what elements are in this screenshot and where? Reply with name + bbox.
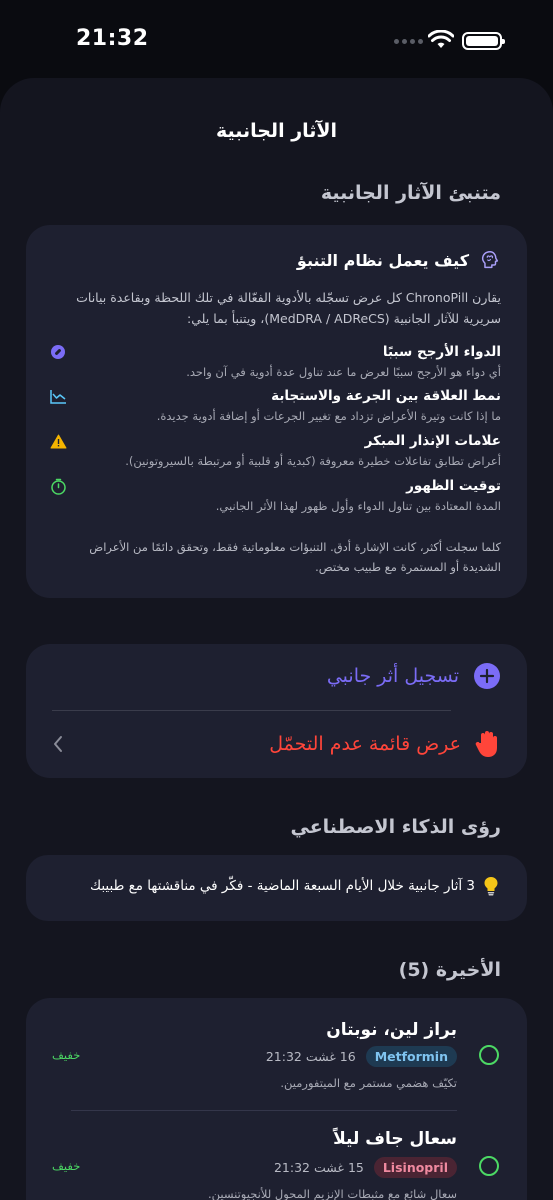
predictor-item: الدواء الأرجح سببًا أي دواء هو الأرجح سب… [49, 343, 501, 379]
recent-item-desc: تكيّف هضمي مستمر مع الميتفورمين. [280, 1076, 457, 1090]
predictor-item: نمط العلاقة بين الجرعة والاستجابة ما إذا… [49, 387, 501, 423]
predictor-item-desc: المدة المعتادة بين تناول الدواء وأول ظهو… [215, 499, 501, 513]
intolerance-list-label: عرض قائمة عدم التحمّل [269, 733, 461, 755]
trend-chart-icon [49, 387, 67, 405]
predictor-item-title: علامات الإنذار المبكر [364, 433, 501, 449]
recent-item-desc: سعال شائع مع مثبطات الإنزيم المحول للأنج… [207, 1187, 457, 1200]
recent-item-meta: Lisinopril 15 غشت 21:32 [274, 1157, 457, 1178]
predictor-item-desc: أعراض تطابق تفاعلات خطيرة معروفة (كبدية … [125, 454, 501, 468]
recent-item-title: سعال جاف ليلاً [333, 1129, 457, 1149]
predictor-heading: كيف يعمل نظام التنبؤ [297, 249, 501, 271]
battery-icon [462, 32, 505, 50]
ai-insight-card[interactable]: 3 آثار جانبية خلال الأيام السبعة الماضية… [26, 855, 527, 921]
ai-section-title: رؤى الذكاء الاصطناعي [290, 816, 501, 838]
pill-icon [49, 343, 67, 361]
predictor-intro: يقارن ChronoPill كل عرض تسجّله بالأدوية … [76, 290, 501, 326]
predictor-item-desc: ما إذا كانت وتيرة الأعراض تزداد مع تغيير… [156, 409, 501, 423]
plus-circle-icon [474, 663, 500, 689]
ai-insight-text: 3 آثار جانبية خلال الأيام السبعة الماضية… [89, 878, 475, 894]
log-side-effect-label: تسجيل أثر جانبي [326, 665, 459, 687]
status-circle-icon[interactable] [479, 1045, 499, 1065]
status-time: 21:32 [76, 26, 149, 51]
ai-insight: 3 آثار جانبية خلال الأيام السبعة الماضية… [90, 876, 499, 896]
recent-section-title: الأخيرة (5) [398, 959, 501, 981]
predictor-item: علامات الإنذار المبكر أعراض تطابق تفاعلا… [49, 432, 501, 468]
wifi-icon [428, 30, 454, 48]
sheet-title: الآثار الجانبية [215, 120, 338, 142]
recent-item-date: 16 غشت 21:32 [265, 1049, 356, 1064]
timer-icon [49, 477, 67, 495]
severity-label: خفيف [52, 1048, 81, 1062]
lightbulb-icon [484, 877, 498, 896]
recent-list-item[interactable]: براز لين، نوبتان Metformin 16 غشت 21:32 … [52, 998, 501, 1110]
actions-card: تسجيل أثر جانبي عرض قائمة عدم التحمّل [26, 644, 527, 778]
predictor-item-desc: أي دواء هو الأرجح سببًا لعرض ما عند تناو… [186, 365, 501, 379]
recent-list-item[interactable]: سعال جاف ليلاً Lisinopril 15 غشت 21:32 س… [52, 1111, 501, 1200]
brain-icon [481, 251, 499, 269]
recent-item-title: براز لين، نوبتان [326, 1020, 457, 1040]
recent-item-date: 15 غشت 21:32 [273, 1160, 364, 1175]
predictor-item-title: نمط العلاقة بين الجرعة والاستجابة [271, 388, 501, 404]
recent-list-card: براز لين، نوبتان Metformin 16 غشت 21:32 … [26, 998, 527, 1200]
log-side-effect-button[interactable]: تسجيل أثر جانبي [52, 648, 501, 704]
predictor-section-title: متنبئ الآثار الجانبية [320, 182, 501, 204]
predictor-item: توقيت الظهور المدة المعتادة بين تناول ال… [49, 477, 501, 513]
severity-label: خفيف [52, 1159, 81, 1173]
actions-divider [52, 710, 451, 711]
predictor-item-title: الدواء الأرجح سببًا [382, 344, 501, 360]
drug-pill: Metformin [365, 1046, 457, 1067]
status-circle-icon[interactable] [479, 1156, 499, 1176]
status-bar: 21:32 [0, 0, 553, 78]
recent-item-meta: Metformin 16 غشت 21:32 [266, 1046, 457, 1067]
predictor-item-title: توقيت الظهور [406, 478, 501, 494]
predictor-info-card: كيف يعمل نظام التنبؤ يقارن ChronoPill كل… [26, 225, 527, 598]
drug-pill: Lisinopril [373, 1157, 457, 1178]
cellular-signal-icon [394, 39, 423, 44]
side-effects-sheet: الآثار الجانبية متنبئ الآثار الجانبية كي… [0, 78, 553, 1200]
hand-stop-icon [475, 731, 497, 757]
warning-icon [49, 432, 67, 450]
predictor-heading-text: كيف يعمل نظام التنبؤ [296, 250, 469, 270]
intolerance-list-button[interactable]: عرض قائمة عدم التحمّل [52, 716, 501, 772]
predictor-footer: كلما سجلت أكثر، كانت الإشارة أدق. التنبؤ… [89, 540, 501, 574]
chevron-left-icon [54, 736, 62, 752]
